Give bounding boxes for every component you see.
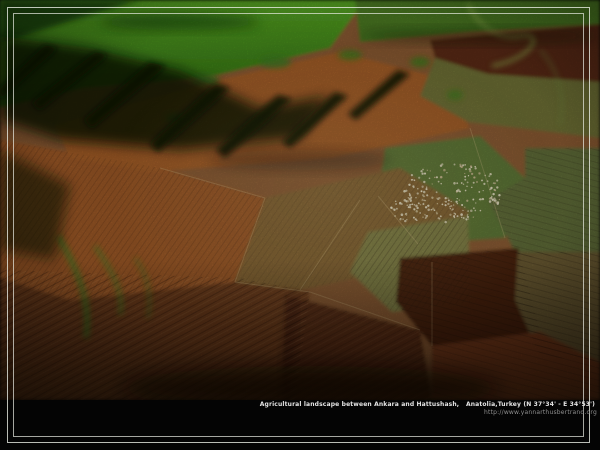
caption-url: http://www.yannarthusbertrand.org [484,409,597,416]
wallpaper-stage: Agricultural landscape between Ankara an… [0,0,600,450]
grain-overlay [0,0,600,400]
caption-title: Agricultural landscape between Ankara an… [260,401,595,408]
aerial-photo [0,0,600,400]
